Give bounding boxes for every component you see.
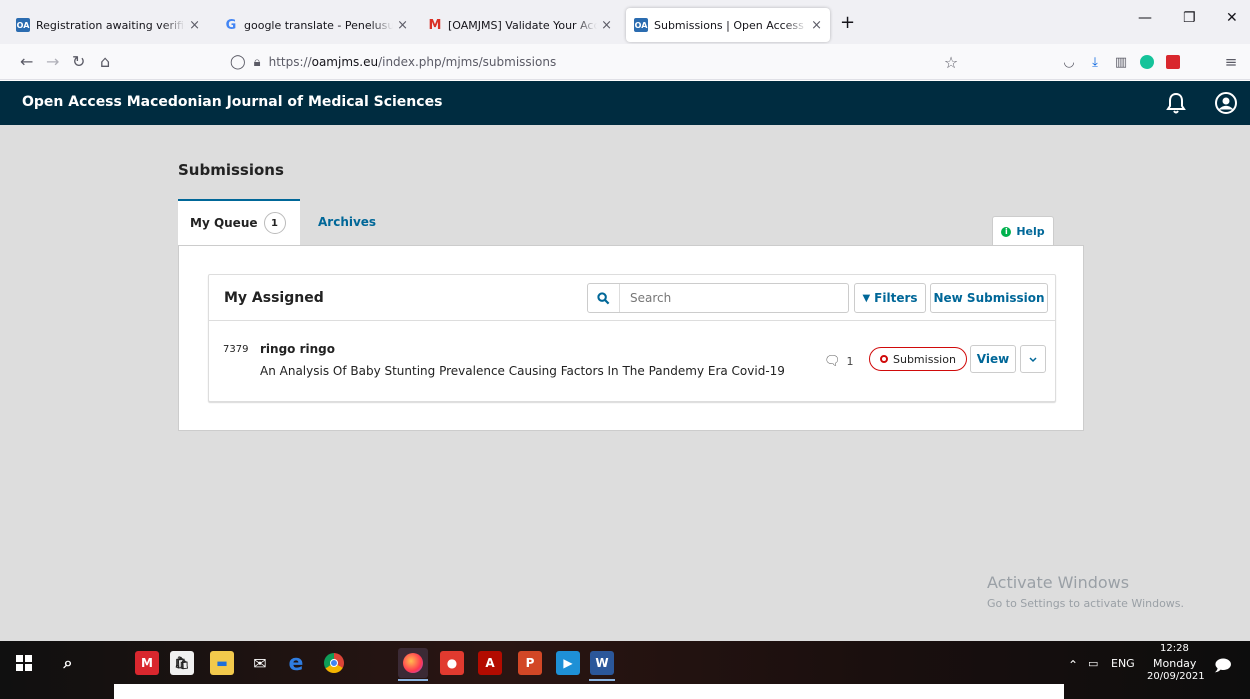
journal-title[interactable]: Open Access Macedonian Journal of Medica… <box>22 94 442 110</box>
show-hidden-icons-icon[interactable]: ⌃ <box>1068 658 1078 672</box>
submission-title: An Analysis Of Baby Stunting Prevalence … <box>260 364 785 378</box>
active-app-indicator <box>398 679 428 681</box>
word-icon[interactable]: W <box>590 651 614 675</box>
submission-author: ringo ringo <box>260 342 335 356</box>
word-running-indicator <box>589 679 615 681</box>
stage-badge: Submission <box>869 347 967 371</box>
clock-day[interactable]: Monday <box>1153 657 1196 670</box>
queue-count-badge: 1 <box>263 212 286 234</box>
language-indicator[interactable]: ENG <box>1111 657 1135 670</box>
google-favicon-icon: G <box>225 17 237 33</box>
grammarly-icon[interactable] <box>1138 53 1156 71</box>
close-tab-icon[interactable]: × <box>811 18 822 33</box>
close-tab-icon[interactable]: × <box>601 18 612 33</box>
store-icon[interactable]: 🛍︎ <box>170 651 194 675</box>
shield-icon: ◯ <box>230 54 246 70</box>
browser-tab-strip: OA Registration awaiting verificatio × G… <box>0 0 1250 44</box>
list-item[interactable]: 7379 ringo ringo An Analysis Of Baby Stu… <box>209 321 1055 401</box>
mendeley-icon[interactable] <box>1164 53 1182 71</box>
chrome-icon[interactable] <box>322 651 346 675</box>
acrobat-icon[interactable]: A <box>478 651 502 675</box>
taskbar-white-strip <box>114 684 1064 699</box>
back-icon[interactable]: ← <box>20 52 33 71</box>
search-icon[interactable] <box>588 284 620 312</box>
search-input[interactable] <box>620 284 848 312</box>
home-icon[interactable]: ⌂ <box>100 52 110 71</box>
network-icon[interactable]: ▭ <box>1088 657 1098 670</box>
powerpoint-icon[interactable]: P <box>518 651 542 675</box>
list-header: My Assigned ▼ Filters New Submission <box>209 275 1055 321</box>
browser-tab-submissions[interactable]: OA Submissions | Open Access Ma × <box>626 8 830 42</box>
comment-bubble-icon: 🗨︎ <box>824 354 841 369</box>
expand-button[interactable] <box>1020 345 1046 373</box>
tab-archives[interactable]: Archives <box>306 199 386 245</box>
list-title: My Assigned <box>224 290 324 306</box>
close-tab-icon[interactable]: × <box>397 18 408 33</box>
firefox-icon[interactable] <box>398 648 428 678</box>
gmail-favicon-icon: M <box>428 17 442 33</box>
browser-tab-registration[interactable]: OA Registration awaiting verificatio × <box>8 10 208 40</box>
app-icon-red[interactable]: ● <box>440 651 464 675</box>
pocket-icon[interactable]: ◡ <box>1060 53 1078 71</box>
windows-start-icon[interactable] <box>12 651 36 675</box>
screen: OA Registration awaiting verificatio × G… <box>0 0 1250 699</box>
search-box <box>587 283 849 313</box>
media-player-icon[interactable]: ▶ <box>556 651 580 675</box>
filter-funnel-icon: ▼ <box>862 292 871 304</box>
page-title: Submissions <box>178 161 284 179</box>
search-icon[interactable]: ⌕ <box>56 651 80 675</box>
edge-icon[interactable]: e <box>284 651 308 676</box>
my-assigned-list: My Assigned ▼ Filters New Submission 73 <box>208 274 1056 402</box>
info-icon: i <box>1001 226 1012 237</box>
file-explorer-icon[interactable]: ▬ <box>210 651 234 675</box>
app-header: Open Access Macedonian Journal of Medica… <box>0 81 1250 125</box>
activation-watermark-text: Go to Settings to activate Windows. <box>987 597 1185 610</box>
reload-icon[interactable]: ↻ <box>72 52 85 71</box>
mail-icon[interactable]: ✉ <box>248 651 272 675</box>
main-content: Submissions My Queue 1 Archives i Help M… <box>0 125 1250 641</box>
new-submission-button[interactable]: New Submission <box>930 283 1048 313</box>
browser-toolbar: ← → ↻ ⌂ ◯ 🔒︎ https://oamjms.eu/index.php… <box>0 44 1250 80</box>
url-bar[interactable]: ◯ 🔒︎ https://oamjms.eu/index.php/mjms/su… <box>230 49 970 75</box>
browser-tab-google[interactable]: G google translate - Penelusuran × <box>216 10 416 40</box>
chevron-down-icon <box>1029 356 1037 362</box>
filters-button[interactable]: ▼ Filters <box>854 283 926 313</box>
clock-date[interactable]: 20/09/2021 <box>1147 671 1205 682</box>
close-window-icon[interactable]: ✕ <box>1226 10 1238 26</box>
forward-icon[interactable]: → <box>46 52 59 71</box>
url-scheme: https:// <box>268 55 312 69</box>
mendeley-taskbar-icon[interactable]: M <box>135 651 159 675</box>
url-path: /index.php/mjms/submissions <box>378 55 557 69</box>
close-tab-icon[interactable]: × <box>189 18 200 33</box>
bookmark-star-icon[interactable]: ☆ <box>942 53 960 72</box>
browser-tab-gmail[interactable]: M [OAMJMS] Validate Your Accou × <box>420 10 620 40</box>
user-profile-icon[interactable] <box>1214 91 1238 115</box>
tab-my-queue[interactable]: My Queue 1 <box>178 199 300 245</box>
ojs-favicon-icon: OA <box>16 18 30 32</box>
view-button[interactable]: View <box>970 345 1016 373</box>
url-host: oamjms.eu <box>311 55 379 69</box>
new-tab-button[interactable]: + <box>840 12 855 33</box>
ojs-favicon-icon: OA <box>634 18 648 32</box>
clock-time[interactable]: 12:28 <box>1160 643 1189 654</box>
tab-panel: My Assigned ▼ Filters New Submission 73 <box>178 245 1084 431</box>
comments-count: 🗨︎ 1 <box>824 354 854 369</box>
submission-id: 7379 <box>223 344 249 355</box>
restore-icon[interactable]: ❐ <box>1183 10 1196 26</box>
menu-icon[interactable]: ≡ <box>1222 53 1240 71</box>
notifications-bell-icon[interactable] <box>1164 91 1188 115</box>
downloads-icon[interactable]: ⤓ <box>1086 53 1104 71</box>
notification-center-icon[interactable]: 🗩︎ <box>1214 655 1232 682</box>
activation-watermark-title: Activate Windows <box>987 573 1130 592</box>
sidebar-icon[interactable]: ▥ <box>1112 53 1130 71</box>
lock-icon: 🔒︎ <box>253 54 261 70</box>
minimize-icon[interactable]: — <box>1138 10 1152 26</box>
help-button[interactable]: i Help <box>992 216 1054 246</box>
stage-indicator-icon <box>880 355 888 363</box>
